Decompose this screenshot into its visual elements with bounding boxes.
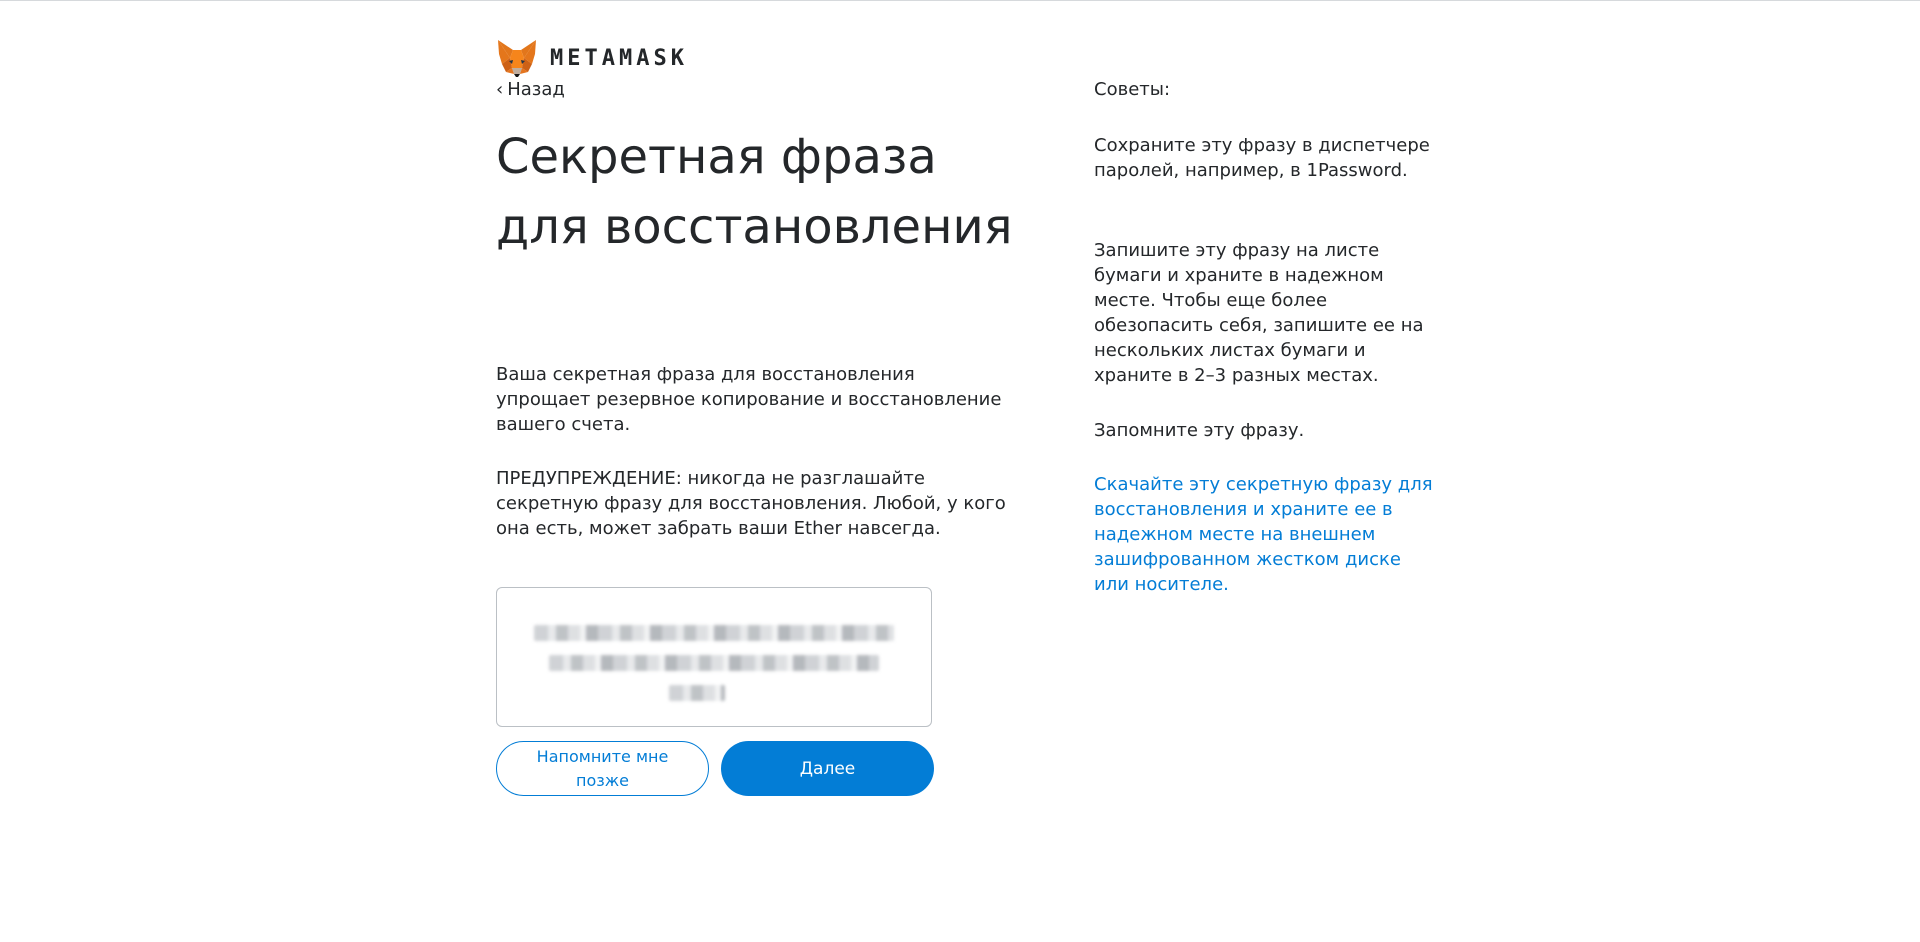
warning-text: ПРЕДУПРЕЖДЕНИЕ: никогда не разглашайте с… [496,468,1006,539]
download-phrase-link[interactable]: Скачайте эту секретную фразу для восстан… [1094,472,1434,597]
blurred-phrase-line-2 [549,655,879,671]
tip-password-manager: Сохраните эту фразу в диспетчере паролей… [1094,135,1430,181]
metamask-fox-icon [498,40,536,77]
top-divider [0,0,1920,1]
chevron-left-icon: ‹ [496,79,504,100]
back-label: Назад [507,79,565,100]
page-title: Секретная фраза для восстановления [496,129,1013,255]
blurred-phrase-line-3 [669,685,725,701]
metamask-logo: METAMASK [496,38,688,78]
remind-me-later-button[interactable]: Напомните мне позже [496,741,709,796]
description-text: Ваша секретная фраза для восстановления … [496,364,1002,435]
tip-write-down: Запишите эту фразу на листе бумаги и хра… [1094,240,1424,386]
metamask-wordmark: METAMASK [550,45,688,71]
tips-heading: Советы: [1094,79,1171,100]
secret-phrase-box[interactable] [496,587,932,727]
tip-memorize: Запомните эту фразу. [1094,420,1305,441]
back-link[interactable]: ‹ Назад [496,79,565,100]
blurred-phrase-line-1 [534,625,894,641]
next-button[interactable]: Далее [721,741,934,796]
